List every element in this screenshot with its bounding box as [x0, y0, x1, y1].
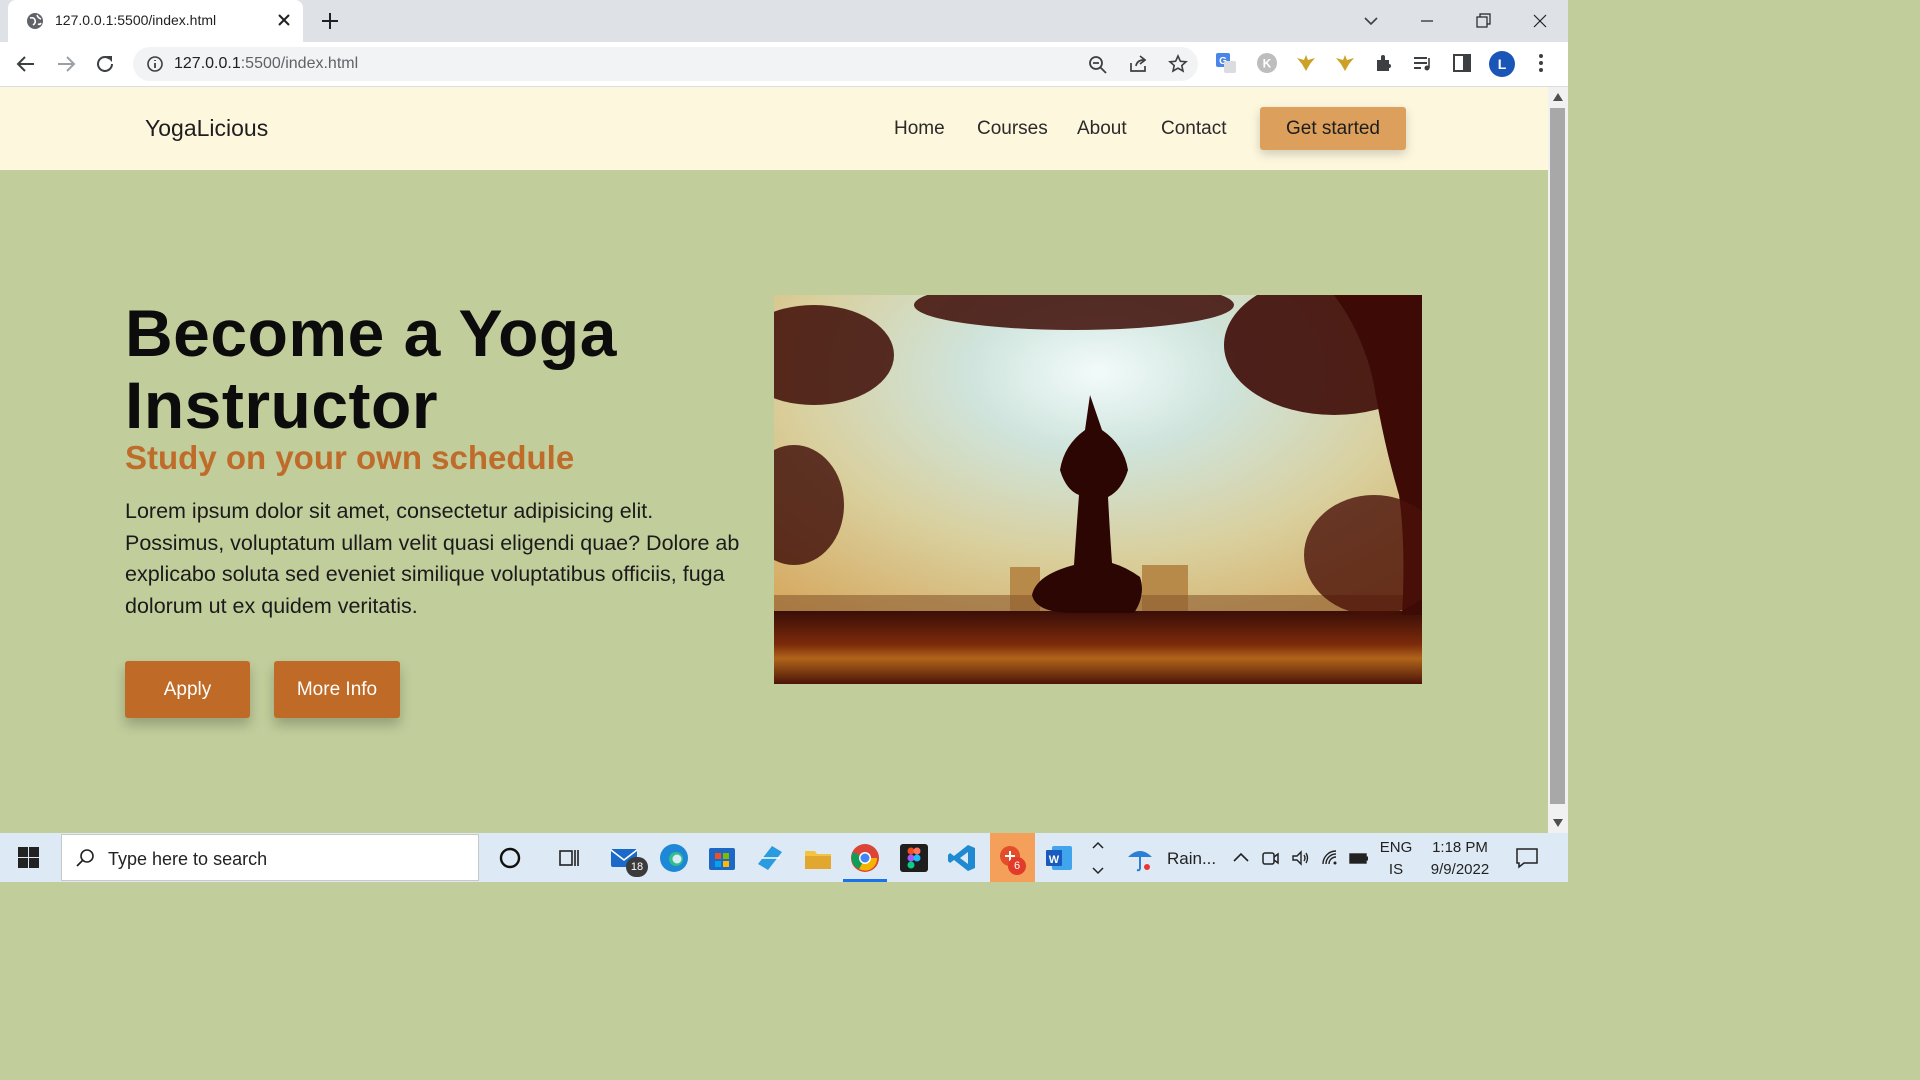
windows-start-icon[interactable] — [18, 847, 39, 868]
weather-rain-icon[interactable] — [1125, 843, 1155, 873]
scrollbar-thumb[interactable] — [1550, 108, 1565, 804]
zoom-icon[interactable] — [1088, 55, 1108, 75]
reload-icon[interactable] — [93, 52, 117, 76]
tab-title: 127.0.0.1:5500/index.html — [55, 12, 217, 28]
apply-button[interactable]: Apply — [125, 661, 250, 718]
microsoft-store-icon[interactable] — [706, 842, 738, 874]
chrome-icon[interactable] — [849, 842, 881, 874]
nav-link-about[interactable]: About — [1077, 118, 1127, 140]
new-tab-icon[interactable] — [319, 10, 341, 32]
windows-taskbar: Type here to search 18 6 W Rain... ENG I… — [0, 833, 1568, 882]
svg-text:K: K — [1263, 57, 1272, 71]
nav-link-contact[interactable]: Contact — [1161, 118, 1226, 140]
extensions-puzzle-icon[interactable] — [1373, 52, 1395, 74]
weather-label[interactable]: Rain... — [1167, 849, 1216, 869]
minimize-icon[interactable] — [1415, 9, 1439, 33]
scroll-up-icon[interactable] — [1553, 93, 1563, 101]
taskbar-search-box[interactable]: Type here to search — [61, 834, 479, 881]
keyboard-layout: IS — [1388, 861, 1404, 878]
figma-icon[interactable] — [898, 842, 930, 874]
language-indicator[interactable]: ENG IS — [1378, 837, 1414, 881]
file-explorer-icon[interactable] — [802, 842, 834, 874]
tab-search-icon[interactable] — [1359, 9, 1383, 33]
cortana-icon[interactable] — [494, 842, 526, 874]
site-navbar: YogaLicious Home Courses About Contact G… — [0, 87, 1548, 170]
wifi-icon[interactable] — [1320, 848, 1340, 868]
svg-text:W: W — [1049, 854, 1060, 866]
azure-app-icon[interactable] — [754, 842, 786, 874]
word-icon[interactable]: W — [1043, 842, 1075, 874]
page-scrollbar[interactable] — [1548, 87, 1568, 833]
task-view-icon[interactable] — [553, 842, 585, 874]
bookmark-star-icon[interactable] — [1168, 54, 1188, 74]
clock[interactable]: 1:18 PM 9/9/2022 — [1422, 837, 1498, 881]
k-extension-icon[interactable]: K — [1256, 52, 1278, 74]
close-window-icon[interactable] — [1528, 9, 1552, 33]
close-tab-icon[interactable] — [275, 11, 293, 29]
hero-description: Lorem ipsum dolor sit amet, consectetur … — [125, 499, 740, 618]
restore-icon[interactable] — [1471, 9, 1495, 33]
hero-title: Become a Yoga Instructor — [125, 296, 617, 442]
mail-badge: 18 — [626, 857, 648, 877]
browser-toolbar: 127.0.0.1:5500/index.html — [0, 42, 1568, 87]
app-badge: 6 — [1008, 857, 1026, 875]
back-icon[interactable] — [14, 52, 38, 76]
address-bar[interactable]: 127.0.0.1:5500/index.html — [133, 47, 1198, 81]
edge-browser-icon[interactable] — [658, 842, 690, 874]
browser-tab[interactable]: 127.0.0.1:5500/index.html — [8, 0, 303, 42]
nav-link-home[interactable]: Home — [894, 118, 945, 140]
clock-time: 1:18 PM — [1432, 839, 1488, 856]
forward-icon[interactable] — [54, 52, 78, 76]
nav-link-courses[interactable]: Courses — [977, 118, 1048, 140]
vscode-icon[interactable] — [946, 842, 978, 874]
emblem-extension-icon[interactable] — [1295, 52, 1317, 74]
profile-avatar[interactable]: L — [1489, 51, 1515, 77]
share-icon[interactable] — [1128, 54, 1148, 74]
globe-icon — [27, 13, 43, 29]
search-placeholder: Type here to search — [108, 849, 268, 869]
translate-extension-icon[interactable]: G — [1215, 52, 1237, 74]
meet-now-icon[interactable] — [1260, 848, 1280, 868]
url-path: :5500/index.html — [240, 55, 359, 72]
url-host: 127.0.0.1 — [174, 55, 241, 72]
yoga-meditation-image — [774, 295, 1422, 684]
search-icon — [76, 849, 94, 867]
more-info-button[interactable]: More Info — [274, 661, 400, 718]
page-viewport: YogaLicious Home Courses About Contact G… — [0, 87, 1548, 833]
show-hidden-icons-icon[interactable] — [1232, 849, 1250, 865]
get-started-button[interactable]: Get started — [1260, 107, 1406, 150]
notifications-icon[interactable] — [1514, 846, 1540, 870]
side-panel-icon[interactable] — [1451, 52, 1473, 74]
site-info-icon[interactable] — [146, 55, 164, 73]
tab-strip: 127.0.0.1:5500/index.html — [0, 0, 1568, 42]
emblem-extension-icon-2[interactable] — [1334, 52, 1356, 74]
scroll-down-icon[interactable] — [1553, 819, 1563, 827]
language-code: ENG — [1379, 839, 1413, 856]
media-queue-icon[interactable] — [1411, 52, 1433, 74]
url-text: 127.0.0.1:5500/index.html — [174, 55, 358, 73]
volume-icon[interactable] — [1290, 848, 1310, 868]
battery-icon[interactable] — [1348, 848, 1370, 868]
menu-kebab-icon[interactable] — [1530, 52, 1552, 74]
site-logo[interactable]: YogaLicious — [145, 115, 268, 142]
taskbar-scroll-arrows-icon[interactable] — [1091, 839, 1105, 877]
chrome-active-indicator — [843, 879, 887, 882]
clock-date: 9/9/2022 — [1430, 861, 1490, 878]
hero-subtitle: Study on your own schedule — [125, 439, 575, 476]
